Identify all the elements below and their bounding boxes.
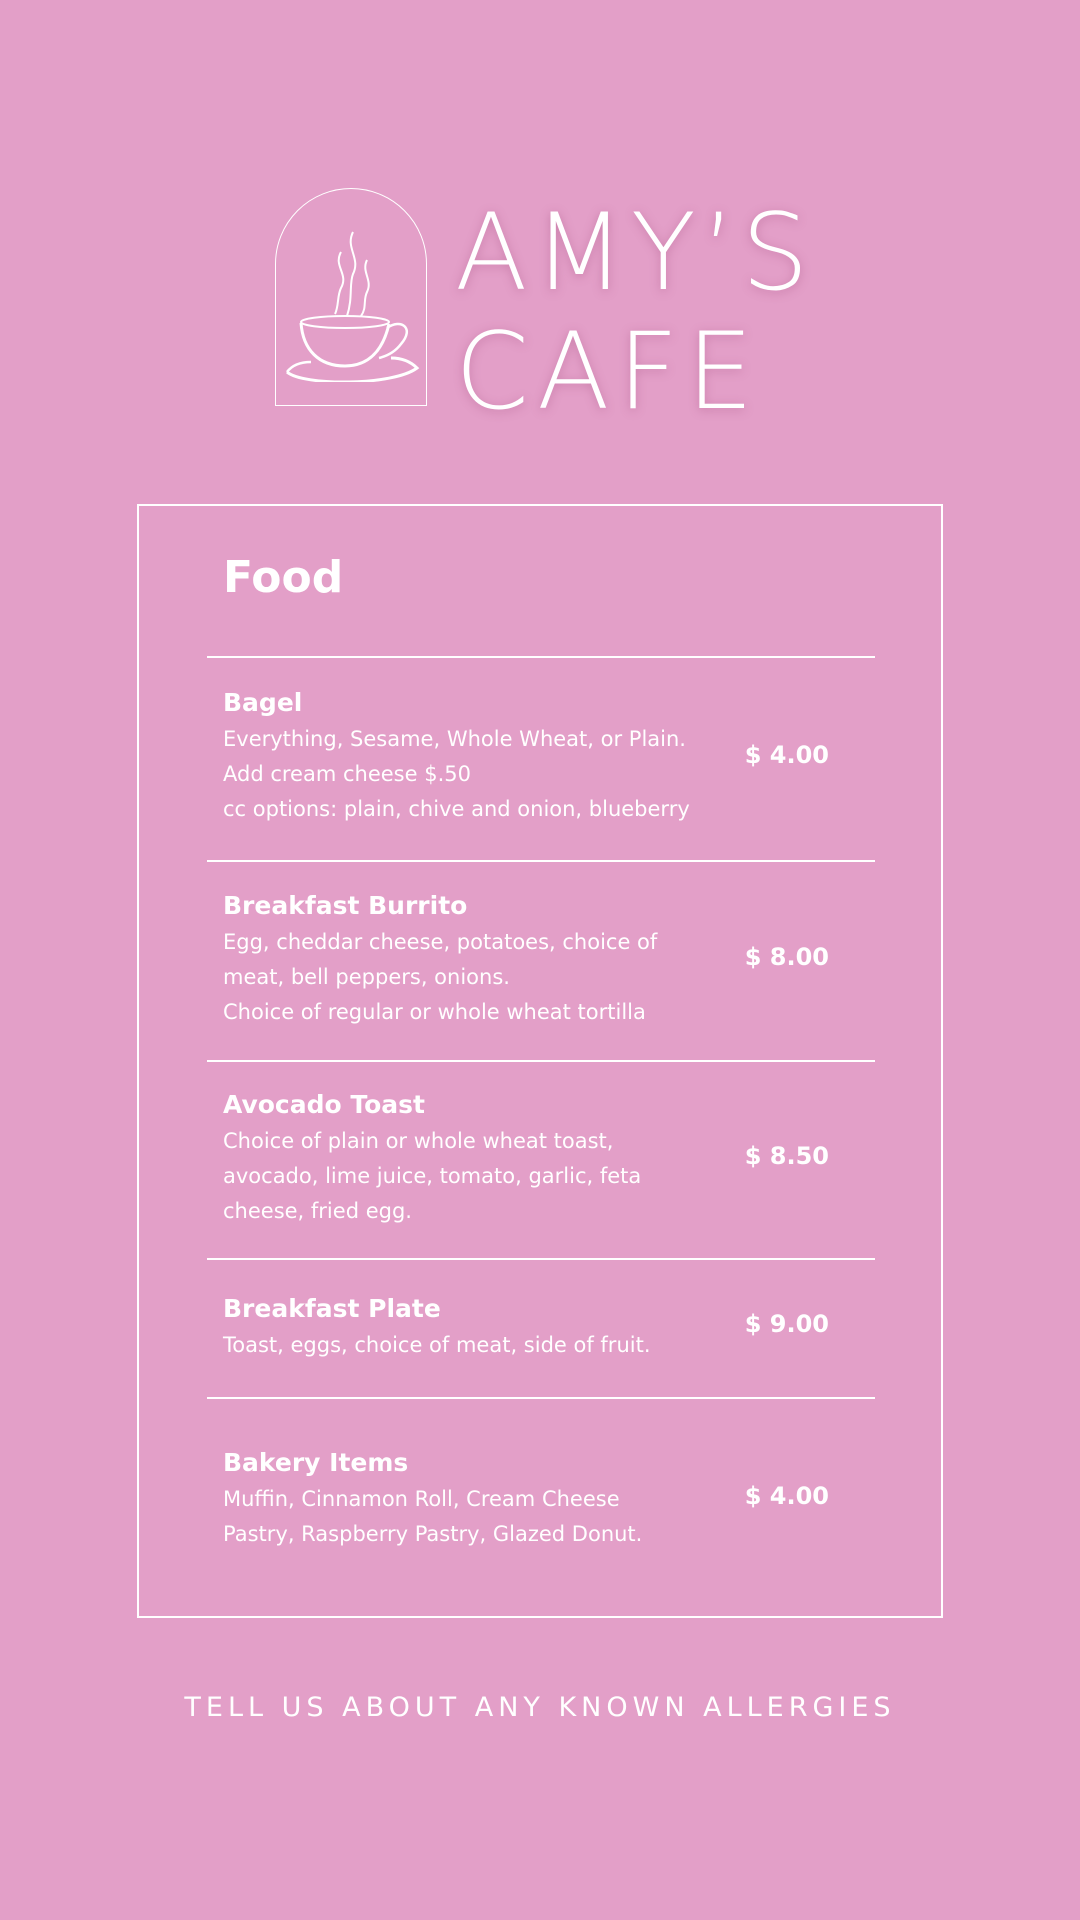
menu-item-bagel: Bagel Everything, Sesame, Whole Wheat, o… xyxy=(223,686,893,827)
menu-item-breakfast-burrito: Breakfast Burrito Egg, cheddar cheese, p… xyxy=(223,889,893,1030)
divider xyxy=(207,860,875,862)
item-price: $ 4.00 xyxy=(744,1482,829,1510)
divider xyxy=(207,1060,875,1062)
divider xyxy=(207,1258,875,1260)
item-price: $ 8.50 xyxy=(744,1142,829,1170)
section-title: Food xyxy=(223,552,344,603)
item-name: Breakfast Burrito xyxy=(223,891,468,920)
item-description: Toast, eggs, choice of meat, side of fru… xyxy=(223,1328,693,1363)
cafe-logo: AMY’S CAFE xyxy=(275,188,835,425)
item-name: Bagel xyxy=(223,688,303,717)
item-description: Choice of plain or whole wheat toast, av… xyxy=(223,1124,693,1229)
logo-wordmark-line1: AMY’S xyxy=(455,191,815,314)
menu-item-avocado-toast: Avocado Toast Choice of plain or whole w… xyxy=(223,1088,893,1229)
menu-item-bakery-items: Bakery Items Muffin, Cinnamon Roll, Crea… xyxy=(223,1446,893,1552)
item-description-line: cheese, fried egg. xyxy=(223,1199,412,1223)
allergy-notice: TELL US ABOUT ANY KNOWN ALLERGIES xyxy=(184,1692,896,1723)
logo-wordmark-line2: CAFE xyxy=(455,310,762,433)
item-description-line: Pastry, Raspberry Pastry, Glazed Donut. xyxy=(223,1522,643,1546)
item-description-line: Toast, eggs, choice of meat, side of fru… xyxy=(223,1333,651,1357)
item-name: Bakery Items xyxy=(223,1448,409,1477)
item-price: $ 8.00 xyxy=(744,943,829,971)
item-description-line: cc options: plain, chive and onion, blue… xyxy=(223,797,690,821)
item-description-line: meat, bell peppers, onions. xyxy=(223,965,510,989)
item-price: $ 9.00 xyxy=(744,1310,829,1338)
item-description-line: Add cream cheese $.50 xyxy=(223,762,471,786)
item-description: Egg, cheddar cheese, potatoes, choice of… xyxy=(223,925,693,1030)
item-description-line: Egg, cheddar cheese, potatoes, choice of xyxy=(223,930,658,954)
menu-item-breakfast-plate: Breakfast Plate Toast, eggs, choice of m… xyxy=(223,1292,893,1363)
item-description-line: Choice of plain or whole wheat toast, xyxy=(223,1129,614,1153)
item-description-line: Muffin, Cinnamon Roll, Cream Cheese xyxy=(223,1487,620,1511)
item-price: $ 4.00 xyxy=(744,741,829,769)
item-description-line: Everything, Sesame, Whole Wheat, or Plai… xyxy=(223,727,686,751)
coffee-cup-icon xyxy=(286,231,420,382)
divider xyxy=(207,1397,875,1399)
item-description: Everything, Sesame, Whole Wheat, or Plai… xyxy=(223,722,693,827)
item-description-line: avocado, lime juice, tomato, garlic, fet… xyxy=(223,1164,642,1188)
item-description-line: Choice of regular or whole wheat tortill… xyxy=(223,1000,646,1024)
item-description: Muffin, Cinnamon Roll, Cream Cheese Past… xyxy=(223,1482,693,1552)
item-name: Avocado Toast xyxy=(223,1090,426,1119)
divider xyxy=(207,656,875,658)
